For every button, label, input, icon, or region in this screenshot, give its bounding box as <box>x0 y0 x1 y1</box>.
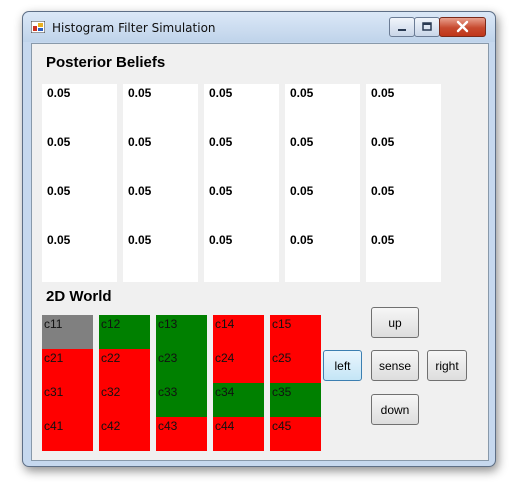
maximize-icon <box>422 22 432 31</box>
world-cell-label: c23 <box>158 351 178 365</box>
posterior-value: 0.05 <box>128 135 152 149</box>
posterior-column: 0.05 0.05 0.05 0.05 <box>204 84 279 282</box>
world-cell: c43 <box>156 417 207 451</box>
world-cell: c11 <box>42 315 93 349</box>
close-icon <box>456 20 469 33</box>
world-cell: c24 <box>213 349 264 383</box>
world-cell: c15 <box>270 315 321 349</box>
world-cell: c34 <box>213 383 264 417</box>
maximize-button[interactable] <box>414 17 440 37</box>
posterior-column: 0.05 0.05 0.05 0.05 <box>366 84 441 282</box>
world-cell: c42 <box>99 417 150 451</box>
world-cell: c35 <box>270 383 321 417</box>
minimize-icon <box>398 29 406 31</box>
posterior-value: 0.05 <box>371 184 395 198</box>
world-cell: c33 <box>156 383 207 417</box>
posterior-value: 0.05 <box>290 184 314 198</box>
app-window: Histogram Filter Simulation Posterior Be… <box>22 11 496 467</box>
posterior-column: 0.05 0.05 0.05 0.05 <box>123 84 198 282</box>
world-cell-label: c32 <box>101 385 121 399</box>
world-cell-label: c41 <box>44 419 64 433</box>
world-cell: c41 <box>42 417 93 451</box>
world-cell-label: c35 <box>272 385 292 399</box>
posterior-value: 0.05 <box>290 86 314 100</box>
world-cell-label: c13 <box>158 317 178 331</box>
posterior-value: 0.05 <box>209 86 233 100</box>
world-cell-label: c14 <box>215 317 235 331</box>
posterior-value: 0.05 <box>47 86 71 100</box>
world-title: 2D World <box>46 288 112 305</box>
posterior-value: 0.05 <box>128 86 152 100</box>
world-cell-label: c42 <box>101 419 121 433</box>
left-button[interactable]: left <box>323 350 362 381</box>
client-area: Posterior Beliefs 0.05 0.05 0.05 0.05 0.05 0.… <box>31 43 489 461</box>
world-cell: c45 <box>270 417 321 451</box>
world-cell: c21 <box>42 349 93 383</box>
down-button[interactable]: down <box>371 394 419 425</box>
posterior-title: Posterior Beliefs <box>46 54 166 71</box>
posterior-value: 0.05 <box>47 135 71 149</box>
posterior-column: 0.05 0.05 0.05 0.05 <box>285 84 360 282</box>
sense-button[interactable]: sense <box>371 350 419 381</box>
posterior-value: 0.05 <box>209 135 233 149</box>
world-cell: c25 <box>270 349 321 383</box>
world-cell: c44 <box>213 417 264 451</box>
world-cell-label: c24 <box>215 351 235 365</box>
world-cell: c32 <box>99 383 150 417</box>
world-cell-label: c31 <box>44 385 64 399</box>
posterior-value: 0.05 <box>371 86 395 100</box>
world-cell: c12 <box>99 315 150 349</box>
world-cell-label: c11 <box>44 317 63 331</box>
world-cell-label: c34 <box>215 385 235 399</box>
world-cell-label: c43 <box>158 419 178 433</box>
posterior-value: 0.05 <box>128 233 152 247</box>
world-cell-label: c12 <box>101 317 121 331</box>
posterior-value: 0.05 <box>209 184 233 198</box>
world-cell-label: c44 <box>215 419 235 433</box>
minimize-button[interactable] <box>389 17 415 37</box>
world-cell: c13 <box>156 315 207 349</box>
posterior-column: 0.05 0.05 0.05 0.05 <box>42 84 117 282</box>
world-cell-label: c25 <box>272 351 292 365</box>
world-cell-label: c45 <box>272 419 292 433</box>
posterior-value: 0.05 <box>209 233 233 247</box>
window-title: Histogram Filter Simulation <box>52 21 216 35</box>
world-cell: c22 <box>99 349 150 383</box>
close-button[interactable] <box>439 17 486 37</box>
world-cell: c14 <box>213 315 264 349</box>
world-cell-label: c21 <box>44 351 64 365</box>
world-cell: c31 <box>42 383 93 417</box>
app-icon <box>31 21 45 33</box>
posterior-value: 0.05 <box>290 135 314 149</box>
posterior-value: 0.05 <box>47 184 71 198</box>
posterior-value: 0.05 <box>290 233 314 247</box>
title-bar[interactable]: Histogram Filter Simulation <box>23 12 495 42</box>
posterior-value: 0.05 <box>47 233 71 247</box>
posterior-value: 0.05 <box>371 135 395 149</box>
right-button[interactable]: right <box>427 350 467 381</box>
posterior-value: 0.05 <box>128 184 152 198</box>
posterior-value: 0.05 <box>371 233 395 247</box>
world-cell-label: c33 <box>158 385 178 399</box>
up-button[interactable]: up <box>371 307 419 338</box>
world-cell: c23 <box>156 349 207 383</box>
world-cell-label: c15 <box>272 317 292 331</box>
world-cell-label: c22 <box>101 351 121 365</box>
